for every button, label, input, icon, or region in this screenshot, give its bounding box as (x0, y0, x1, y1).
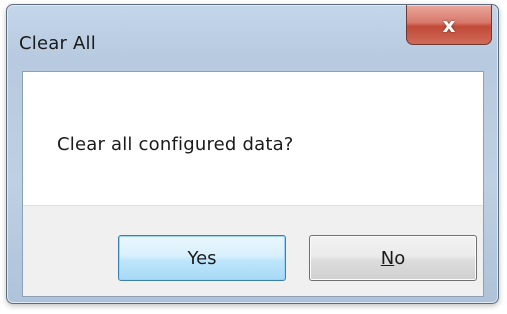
yes-button[interactable]: Yes (118, 235, 286, 281)
dialog-content: Clear all configured data? Yes No (22, 71, 484, 297)
no-button-label: No (381, 248, 405, 269)
window-title: Clear All (19, 33, 96, 54)
message-area: Clear all configured data? (23, 72, 483, 205)
title-bar[interactable]: Clear All x (7, 5, 498, 69)
no-button-label-rest: o (394, 247, 406, 269)
no-button-mnemonic: N (380, 247, 395, 269)
dialog-window: Clear All x Clear all configured data? Y… (6, 4, 499, 304)
yes-button-label: Yes (187, 247, 217, 269)
button-bar: Yes No (23, 205, 483, 296)
no-button[interactable]: No (309, 235, 477, 281)
close-icon: x (442, 12, 456, 37)
close-button[interactable]: x (406, 5, 492, 45)
dialog-message: Clear all configured data? (57, 134, 294, 155)
